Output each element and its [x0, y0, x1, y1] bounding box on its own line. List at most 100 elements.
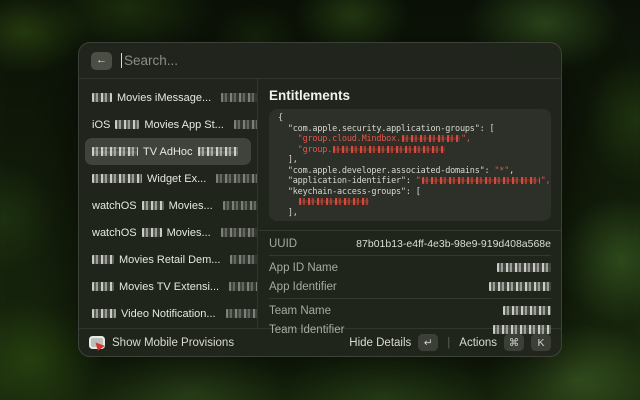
text-segment: ",	[461, 134, 471, 144]
text-segment: watchOS	[92, 227, 137, 239]
code-line: ],	[278, 155, 542, 166]
list-item[interactable]: Widget Ex...	[85, 165, 251, 192]
redacted-text	[142, 201, 164, 210]
metadata-value: 87b01b13-e4ff-4e3b-98e9-919d408a568e	[356, 238, 551, 250]
redacted-text	[503, 306, 551, 315]
footer-command-label: Show Mobile Provisions	[112, 337, 234, 349]
text-segment: Movies iMessage...	[117, 92, 211, 104]
text-segment: ],	[278, 208, 298, 218]
text-segment: Movies...	[169, 200, 213, 212]
text-segment: {	[278, 113, 283, 123]
text-segment: Movies Retail Dem...	[119, 254, 220, 266]
text-segment: ,	[509, 166, 514, 176]
content-area: Movies iMessage... iOS Movies App St... TV …	[79, 79, 561, 328]
text-segment: Movies TV Extensi...	[119, 281, 219, 293]
text-segment: iOS	[92, 119, 110, 131]
redacted-text	[229, 282, 258, 291]
launcher-window: ← Search... Movies iMessage...iOSMovies …	[78, 42, 562, 357]
redacted-text	[142, 228, 162, 237]
entitlements-title: Entitlements	[269, 88, 551, 103]
entitlements-code-block: { "com.apple.security.application-groups…	[269, 109, 551, 221]
code-line: "group.	[278, 145, 542, 156]
code-line	[278, 197, 542, 208]
list-item[interactable]: watchOS Movies...	[85, 192, 251, 219]
text-segment: Movies...	[167, 227, 211, 239]
redacted-text	[226, 309, 258, 318]
metadata-row: App Identifier	[269, 277, 551, 296]
text-segment: "group.	[298, 145, 332, 155]
actions-button[interactable]: Actions	[459, 337, 497, 349]
redacted-text	[92, 282, 114, 291]
text-segment: watchOS	[92, 200, 137, 212]
metadata-row: UUID 87b01b13-e4ff-4e3b-98e9-919d408a568e	[269, 234, 551, 253]
text-segment: Movies App St...	[144, 119, 223, 131]
list-item[interactable]: Movies iMessage...	[85, 84, 251, 111]
metadata-label: App ID Name	[269, 262, 338, 274]
redacted-text	[422, 177, 540, 184]
metadata-divider	[269, 298, 551, 299]
redacted-text	[92, 255, 114, 264]
metadata-row: App ID Name	[269, 258, 551, 277]
metadata-label: UUID	[269, 238, 297, 250]
back-arrow-icon: ←	[96, 52, 107, 69]
code-line: "application-identifier": "",	[278, 176, 542, 187]
redacted-text	[497, 263, 551, 272]
cmd-key-badge[interactable]: ⌘	[504, 334, 524, 351]
text-segment: ",	[541, 176, 551, 186]
redacted-text	[216, 174, 258, 183]
redacted-text	[402, 135, 460, 142]
code-line: ],	[278, 208, 542, 219]
text-segment	[278, 134, 298, 144]
redacted-text	[92, 147, 138, 156]
redacted-text	[299, 198, 369, 205]
text-segment: Video Notification...	[121, 308, 216, 320]
text-segment: "application-identifier":	[278, 176, 416, 186]
code-line: "com.apple.security.application-groups":…	[278, 124, 542, 135]
redacted-text	[223, 201, 258, 210]
text-segment	[278, 145, 298, 155]
redacted-text	[198, 147, 238, 156]
code-line: "keychain-access-groups": [	[278, 187, 542, 198]
text-segment: ],	[278, 155, 298, 165]
action-bar: Show Mobile Provisions Hide Details ↵ | …	[79, 328, 561, 356]
code-line: "com.apple.developer.associated-domains"…	[278, 166, 542, 177]
search-input[interactable]: Search...	[124, 53, 178, 68]
metadata-divider	[269, 255, 551, 256]
wallpaper-forest: ← Search... Movies iMessage...iOSMovies …	[0, 0, 640, 400]
results-list: Movies iMessage... iOS Movies App St... TV …	[79, 79, 258, 328]
text-segment: "group.cloud.Mindbox.	[298, 134, 401, 144]
text-segment: "keychain-access-groups": [	[278, 187, 421, 197]
list-item[interactable]: Video Notification...	[85, 300, 251, 327]
code-line: "group.cloud.Mindbox. ",	[278, 134, 542, 145]
list-item[interactable]: Movies Retail Dem...	[85, 246, 251, 273]
redacted-text	[230, 255, 258, 264]
list-item[interactable]: iOS Movies App St...	[85, 111, 251, 138]
redacted-text	[221, 228, 258, 237]
list-item[interactable]: Movies TV Extensi...	[85, 273, 251, 300]
footer-separator: |	[447, 337, 450, 349]
text-segment: Widget Ex...	[147, 173, 206, 185]
list-item[interactable]: TV AdHoc	[85, 138, 251, 165]
text-caret	[121, 53, 122, 68]
list-item[interactable]: watchOS Movies...	[85, 219, 251, 246]
text-segment: "com.apple.security.application-groups":…	[278, 124, 494, 134]
metadata-table: UUID 87b01b13-e4ff-4e3b-98e9-919d408a568e…	[258, 230, 561, 339]
hide-details-button[interactable]: Hide Details	[349, 337, 411, 349]
metadata-row: Team Name	[269, 301, 551, 320]
text-segment	[278, 197, 298, 207]
redacted-text	[115, 120, 139, 129]
redacted-text	[333, 146, 445, 153]
back-button[interactable]: ←	[91, 52, 112, 70]
redacted-text	[234, 120, 258, 129]
code-line: {	[278, 113, 542, 124]
redacted-text	[221, 93, 258, 102]
k-key-badge[interactable]: K	[531, 334, 551, 351]
metadata-label: App Identifier	[269, 281, 337, 293]
text-segment: TV AdHoc	[143, 146, 193, 158]
redacted-text	[92, 174, 142, 183]
detail-pane: Entitlements { "com.apple.security.appli…	[258, 79, 561, 328]
text-segment: "	[416, 176, 421, 186]
text-segment: "*"	[494, 166, 509, 176]
search-bar: ← Search...	[79, 43, 561, 79]
enter-key-badge[interactable]: ↵	[418, 334, 438, 351]
